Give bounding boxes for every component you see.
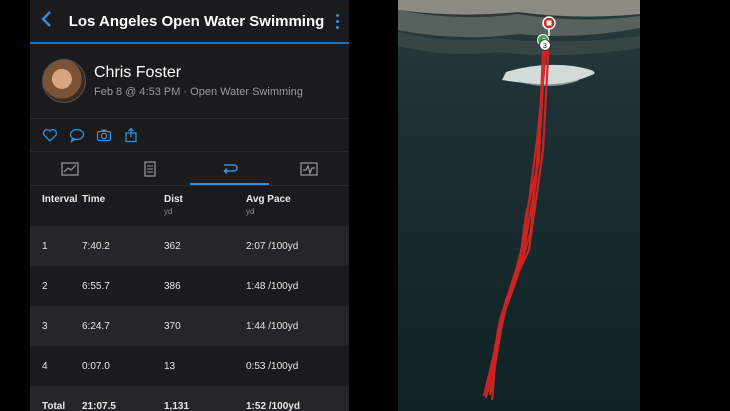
overview-icon	[61, 161, 79, 176]
laps-icon	[223, 163, 239, 174]
chevron-left-icon	[41, 11, 51, 27]
table-header: Interval Time Dist yd Avg Pace yd	[30, 186, 349, 226]
table-row[interactable]: 2 6:55.7 386 1:48 /100yd	[30, 266, 349, 306]
tab-details[interactable]	[110, 152, 190, 185]
tab-chart[interactable]	[269, 152, 349, 185]
cell-pace: 2:07 /100yd	[246, 240, 299, 252]
table-row[interactable]: 4 0:07.0 13 0:53 /100yd	[30, 346, 349, 386]
cell-time: 0:07.0	[82, 360, 110, 372]
profile-section: Chris Foster Feb 8 @ 4:53 PM · Open Wate…	[30, 44, 349, 119]
cell-total-dist: 1,131	[164, 400, 190, 411]
tab-laps[interactable]	[189, 152, 270, 185]
activity-subtitle: Feb 8 @ 4:53 PM · Open Water Swimming	[94, 86, 303, 98]
cell-time: 7:40.2	[82, 240, 110, 252]
route-map[interactable]: 2 3	[398, 0, 640, 411]
avatar[interactable]	[42, 59, 86, 103]
cell-pace: 0:53 /100yd	[246, 360, 299, 372]
header-interval: Interval	[42, 194, 78, 205]
cell-total-pace: 1:52 /100yd	[246, 400, 300, 411]
cell-dist: 370	[164, 320, 181, 332]
tab-bar	[30, 152, 349, 186]
cell-pace: 1:48 /100yd	[246, 280, 299, 292]
document-icon	[144, 160, 156, 177]
header-time: Time	[82, 194, 106, 205]
cell-total-label: Total	[42, 400, 66, 411]
cell-pace: 1:44 /100yd	[246, 320, 299, 332]
cell-interval: 3	[42, 320, 48, 332]
cell-interval: 4	[42, 360, 48, 372]
cell-interval: 1	[42, 240, 48, 252]
action-bar	[30, 119, 349, 152]
cell-dist: 386	[164, 280, 181, 292]
tab-overview[interactable]	[30, 152, 110, 185]
back-button[interactable]	[30, 0, 68, 42]
table-row[interactable]: 1 7:40.2 362 2:07 /100yd	[30, 226, 349, 266]
cell-dist: 13	[164, 360, 176, 372]
cell-total-time: 21:07.5	[82, 400, 116, 411]
header-dist: Dist	[164, 194, 183, 205]
top-bar: Los Angeles Open Water Swimming	[30, 0, 349, 44]
lap-marker-3: 3	[543, 43, 547, 50]
total-row: Total 21:07.5 1,131 1:52 /100yd	[30, 386, 349, 411]
cell-time: 6:55.7	[82, 280, 110, 292]
cell-interval: 2	[42, 280, 48, 292]
camera-icon[interactable]	[96, 127, 112, 143]
header-pace-unit: yd	[246, 207, 255, 216]
more-options-icon[interactable]	[325, 13, 349, 29]
athlete-name[interactable]: Chris Foster	[94, 64, 303, 82]
chart-icon	[300, 161, 318, 176]
share-icon[interactable]	[123, 127, 139, 143]
activity-panel: Los Angeles Open Water Swimming Chris Fo…	[30, 0, 349, 411]
satellite-map: 2 3	[398, 0, 640, 411]
header-dist-unit: yd	[164, 207, 173, 216]
comment-icon[interactable]	[69, 127, 85, 143]
cell-dist: 362	[164, 240, 181, 252]
header-avg-pace: Avg Pace	[246, 194, 291, 205]
table-row[interactable]: 3 6:24.7 370 1:44 /100yd	[30, 306, 349, 346]
page-title: Los Angeles Open Water Swimming	[68, 12, 325, 30]
heart-icon[interactable]	[42, 127, 58, 143]
cell-time: 6:24.7	[82, 320, 110, 332]
